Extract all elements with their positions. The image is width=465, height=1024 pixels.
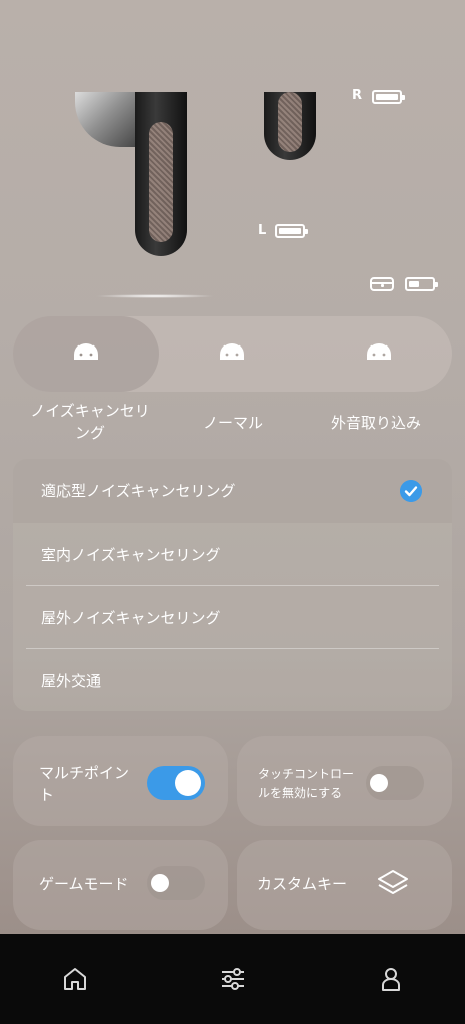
touch-disable-label-line2: ルを無効にする bbox=[258, 786, 343, 800]
mode-label-ambient[interactable]: 外音取り込み bbox=[306, 412, 446, 434]
game-mode-label: ゲームモード bbox=[39, 875, 129, 893]
list-item-label: 適応型ノイズキャンセリング bbox=[41, 482, 236, 500]
layers-icon[interactable] bbox=[376, 866, 410, 900]
multipoint-label-line1: マルチポイン bbox=[39, 764, 130, 782]
mode-label-normal[interactable]: ノーマル bbox=[160, 412, 306, 434]
case-battery-icon bbox=[405, 277, 438, 291]
left-earbud-label: L bbox=[258, 223, 267, 238]
checkmark-icon bbox=[400, 480, 422, 502]
multipoint-label: マルチポイン ト bbox=[39, 762, 129, 806]
android-robot-icon[interactable] bbox=[66, 337, 106, 377]
multipoint-toggle[interactable] bbox=[147, 766, 205, 800]
left-battery-icon bbox=[275, 224, 308, 238]
android-robot-icon[interactable] bbox=[212, 337, 252, 377]
touch-disable-toggle[interactable] bbox=[366, 766, 424, 800]
mode-label-noise-cancelling[interactable]: ノイズキャンセリ ング bbox=[10, 400, 170, 444]
toggle-knob bbox=[175, 770, 201, 796]
charging-case-icon bbox=[370, 277, 394, 291]
right-earbud-image bbox=[264, 92, 316, 160]
bottom-navigation bbox=[0, 934, 465, 1024]
list-item-outdoor-anc[interactable]: 屋外ノイズキャンセリング bbox=[13, 586, 452, 650]
right-earbud-label: R bbox=[352, 88, 363, 103]
mode-label-line2: ング bbox=[74, 424, 105, 442]
toggle-knob bbox=[370, 774, 388, 792]
list-item-outdoor-traffic[interactable]: 屋外交通 bbox=[13, 649, 452, 711]
list-item-adaptive-anc[interactable]: 適応型ノイズキャンセリング bbox=[13, 459, 452, 523]
multipoint-label-line2: ト bbox=[39, 786, 55, 804]
right-battery-icon bbox=[372, 90, 405, 104]
android-robot-icon[interactable] bbox=[359, 337, 399, 377]
touch-disable-label-line1: タッチコントロー bbox=[258, 767, 355, 781]
home-icon[interactable] bbox=[60, 964, 90, 994]
list-item-label: 屋外ノイズキャンセリング bbox=[41, 609, 221, 627]
anc-option-list: 適応型ノイズキャンセリング 室内ノイズキャンセリング 屋外ノイズキャンセリング … bbox=[13, 459, 452, 711]
game-mode-toggle[interactable] bbox=[147, 866, 205, 900]
list-item-label: 室内ノイズキャンセリング bbox=[41, 546, 221, 564]
list-item-indoor-anc[interactable]: 室内ノイズキャンセリング bbox=[13, 523, 452, 587]
left-earbud-image bbox=[135, 92, 187, 256]
custom-key-label: カスタムキー bbox=[257, 875, 348, 893]
equalizer-sliders-icon[interactable] bbox=[218, 964, 248, 994]
touch-disable-label: タッチコントロー ルを無効にする bbox=[258, 765, 354, 803]
mode-label-line1: ノイズキャンセリ bbox=[30, 402, 150, 420]
profile-icon[interactable] bbox=[376, 964, 406, 994]
list-item-label: 屋外交通 bbox=[41, 672, 102, 690]
earbud-reflection bbox=[95, 294, 215, 298]
toggle-knob bbox=[151, 874, 169, 892]
